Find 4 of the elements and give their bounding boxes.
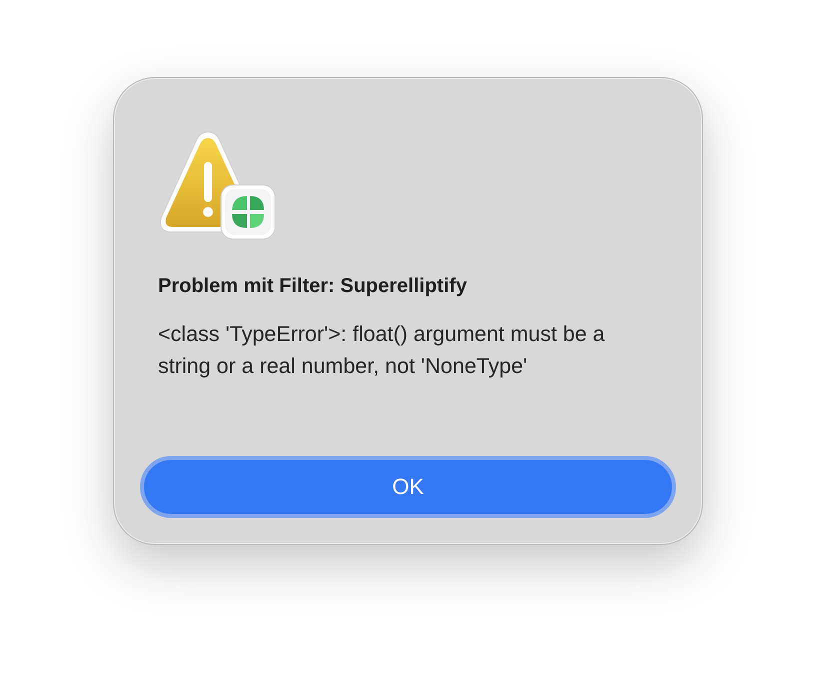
app-icon <box>220 184 276 240</box>
error-message: <class 'TypeError'>: float() argument must be a string or a real number, not 'NoneType' <box>158 321 606 380</box>
dialog-title: Problem mit Filter: Superelliptify <box>158 275 468 298</box>
ok-button[interactable]: OK <box>140 456 676 518</box>
